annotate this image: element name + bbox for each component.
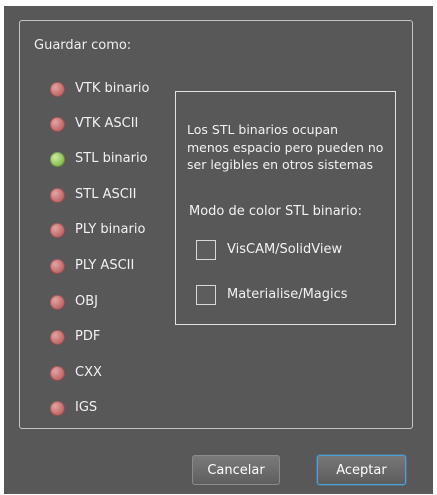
stl-info-text: Los STL binarios ocupan menos espacio pe… [187, 121, 392, 174]
radio-button[interactable] [50, 294, 65, 310]
radio-button[interactable] [50, 222, 65, 238]
format-label: STL binario [75, 151, 148, 166]
info-line: menos espacio pero pueden no [187, 139, 384, 155]
radio-button[interactable] [50, 116, 65, 132]
checkbox-label: VisCAM/SolidView [227, 242, 343, 257]
accept-button[interactable]: Aceptar [317, 455, 406, 485]
format-option-stl-binario[interactable]: STL binario [50, 148, 148, 170]
format-option-ply-ascii[interactable]: PLY ASCII [50, 255, 134, 277]
viscam-solidview-checkbox[interactable] [196, 240, 216, 260]
format-option-vtk-binario[interactable]: VTK binario [50, 78, 149, 100]
radio-button[interactable] [50, 365, 65, 381]
format-label: PLY binario [75, 222, 146, 237]
format-label: CXX [75, 365, 102, 380]
format-label: STL ASCII [75, 187, 137, 202]
format-label: PLY ASCII [75, 258, 135, 273]
color-mode-label: Modo de color STL binario: [189, 204, 362, 219]
radio-button-selected[interactable] [50, 151, 65, 167]
info-line: Los STL binarios ocupan [187, 122, 339, 137]
format-option-vtk-ascii[interactable]: VTK ASCII [50, 113, 138, 135]
radio-button[interactable] [50, 258, 65, 274]
radio-button[interactable] [50, 329, 65, 345]
format-option-pdf[interactable]: PDF [50, 326, 100, 348]
format-label: PDF [75, 329, 101, 344]
info-line: ser legibles en otros sistemas [187, 157, 374, 172]
format-option-obj[interactable]: OBJ [50, 291, 98, 313]
radio-button[interactable] [50, 400, 65, 416]
format-option-stl-ascii[interactable]: STL ASCII [50, 184, 136, 206]
viscam-solidview-option[interactable]: VisCAM/SolidView [196, 239, 342, 261]
format-label: VTK ASCII [75, 116, 139, 131]
materialise-magics-option[interactable]: Materialise/Magics [196, 284, 348, 306]
materialise-magics-checkbox[interactable] [196, 285, 216, 305]
format-option-cxx[interactable]: CXX [50, 362, 102, 384]
format-label: VTK binario [75, 81, 150, 96]
format-label: OBJ [75, 294, 98, 309]
checkbox-label: Materialise/Magics [227, 287, 348, 302]
save-as-label: Guardar como: [34, 38, 132, 53]
cancel-button[interactable]: Cancelar [192, 455, 280, 485]
radio-button[interactable] [50, 81, 65, 97]
radio-button[interactable] [50, 187, 65, 203]
format-option-igs[interactable]: IGS [50, 397, 97, 419]
format-label: IGS [75, 400, 98, 415]
format-option-ply-binario[interactable]: PLY binario [50, 219, 145, 241]
